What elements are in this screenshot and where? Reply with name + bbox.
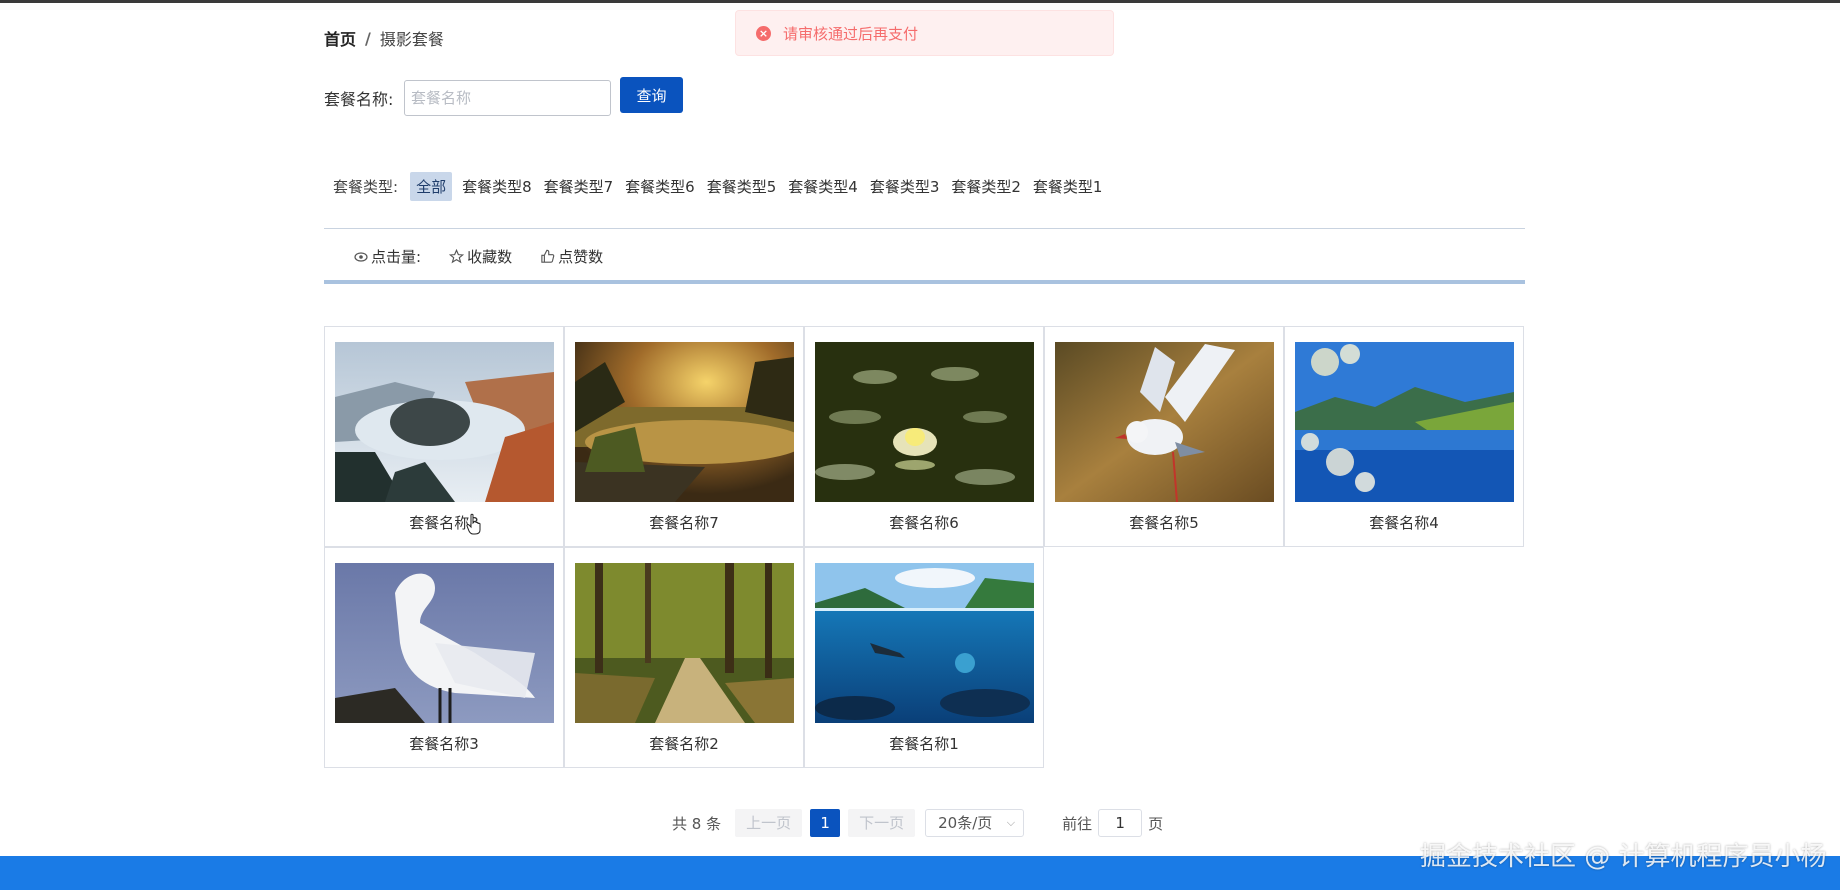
sort-clicks-label: 点击量: [371, 248, 422, 266]
search-input[interactable] [404, 80, 611, 116]
package-image[interactable] [335, 342, 554, 502]
page-suffix: 页 [1148, 814, 1164, 833]
sort-favorites-label: 收藏数 [467, 248, 513, 266]
package-title[interactable]: 套餐名称2 [565, 733, 803, 754]
sort-clicks[interactable]: 点击量: [354, 246, 421, 267]
toast-message: 请审核通过后再支付 [783, 24, 919, 43]
sort-likes[interactable]: 点赞数 [540, 246, 603, 267]
package-title[interactable]: 套餐名称6 [805, 512, 1043, 533]
type-filter-item[interactable]: 套餐类型3 [864, 172, 946, 201]
package-image[interactable] [335, 563, 554, 723]
package-image[interactable] [1295, 342, 1514, 502]
page: 首页 / 摄影套餐 × 请审核通过后再支付 套餐名称: 查询 套餐类型: 全部 … [0, 0, 1840, 890]
package-card[interactable]: 套餐名称4 [1284, 326, 1524, 547]
top-strip [0, 0, 1840, 3]
page-number-current[interactable]: 1 [810, 809, 841, 837]
pagination: 共 8 条 上一页 1 下一页 20条/页 ⌵ 前往 页 [672, 809, 1163, 837]
sort-likes-label: 点赞数 [558, 248, 604, 266]
sort-favorites[interactable]: 收藏数 [449, 246, 512, 267]
breadcrumb: 首页 / 摄影套餐 [324, 26, 444, 50]
next-page-button[interactable]: 下一页 [848, 809, 916, 837]
type-filter-label: 套餐类型: [333, 178, 399, 196]
package-card[interactable]: 套餐名称5 [1044, 326, 1284, 547]
type-filter-item[interactable]: 套餐类型5 [701, 172, 783, 201]
package-title[interactable]: 套餐名称7 [565, 512, 803, 533]
type-filter-item[interactable]: 全部 [410, 172, 453, 201]
page-size-value: 20条/页 [938, 814, 993, 832]
type-filter: 套餐类型: 全部 套餐类型8 套餐类型7 套餐类型6 套餐类型5 套餐类型4 套… [333, 172, 1108, 201]
package-title[interactable]: 套餐名称5 [1045, 512, 1283, 533]
type-filter-item[interactable]: 套餐类型2 [945, 172, 1027, 201]
package-title[interactable]: 套餐名称3 [325, 733, 563, 754]
star-icon [449, 249, 465, 264]
error-toast: × 请审核通过后再支付 [735, 10, 1114, 56]
page-size-select[interactable]: 20条/页 ⌵ [925, 809, 1025, 837]
type-filter-item[interactable]: 套餐类型7 [538, 172, 620, 201]
breadcrumb-separator: / [365, 28, 371, 48]
eye-icon [354, 251, 368, 262]
package-image[interactable] [575, 563, 794, 723]
package-card[interactable]: 套餐名称7 [564, 326, 804, 547]
package-card[interactable]: 套餐名称1 [804, 547, 1044, 768]
type-filter-item[interactable]: 套餐类型1 [1027, 172, 1109, 201]
breadcrumb-home[interactable]: 首页 [324, 26, 356, 50]
watermark: 掘金技术社区 @ 计算机程序员小杨 [1420, 842, 1827, 872]
prev-page-button[interactable]: 上一页 [735, 809, 803, 837]
sort-bar: 点击量: 收藏数 点赞数 [354, 246, 631, 267]
package-title[interactable]: 套餐名称8 [325, 512, 563, 533]
type-filter-item[interactable]: 套餐类型4 [782, 172, 864, 201]
divider [324, 228, 1525, 229]
goto-label: 前往 [1062, 814, 1093, 833]
chevron-down-icon: ⌵ [1006, 816, 1016, 829]
package-title[interactable]: 套餐名称1 [805, 733, 1043, 754]
package-card[interactable]: 套餐名称3 [324, 547, 564, 768]
pagination-total: 共 8 条 [672, 814, 722, 833]
package-image[interactable] [575, 342, 794, 502]
package-title[interactable]: 套餐名称4 [1285, 512, 1523, 533]
goto-page-input[interactable] [1098, 809, 1143, 837]
divider-accent [324, 280, 1525, 284]
package-card[interactable]: 套餐名称6 [804, 326, 1044, 547]
package-card[interactable]: 套餐名称2 [564, 547, 804, 768]
package-image[interactable] [815, 342, 1034, 502]
search-label: 套餐名称: [324, 90, 394, 109]
search-button[interactable]: 查询 [620, 77, 683, 113]
package-image[interactable] [1055, 342, 1274, 502]
type-filter-item[interactable]: 套餐类型8 [456, 172, 538, 201]
breadcrumb-current: 摄影套餐 [379, 30, 444, 49]
hand-cursor-icon [466, 513, 481, 535]
type-filter-item[interactable]: 套餐类型6 [619, 172, 701, 201]
package-card[interactable]: 套餐名称8 [324, 326, 564, 547]
error-circle-icon: × [756, 25, 771, 41]
package-image[interactable] [815, 563, 1034, 723]
thumbs-up-icon [541, 249, 555, 263]
